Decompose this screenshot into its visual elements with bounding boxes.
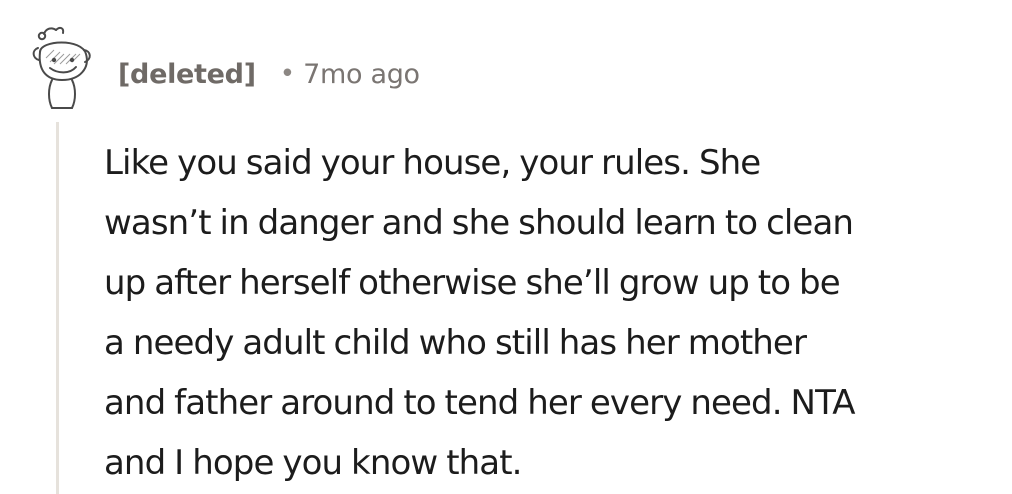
comment-body-line: up after herself otherwise she’ll grow u… [104,263,841,303]
comment: [deleted] • 7mo ago Like you said your h… [0,0,1012,494]
comment-body-line: and father around to tend her every need… [104,383,856,423]
comment-body-line: Like you said your house, your rules. Sh… [104,143,761,183]
comment-body-line: wasn’t in danger and she should learn to… [104,203,854,243]
deleted-user-snoo-icon [32,26,91,109]
avatar[interactable] [30,22,96,114]
comment-meta: [deleted] • 7mo ago [118,52,420,96]
comment-body-line: a needy adult child who still has her mo… [104,323,807,363]
timestamp[interactable]: 7mo ago [303,59,420,90]
comment-body-line: and I hope you know that. [104,443,522,483]
author-name[interactable]: [deleted] [118,59,256,90]
thread-line[interactable] [56,122,59,494]
comment-body: Like you said your house, your rules. Sh… [104,133,1000,493]
meta-separator: • [279,59,296,89]
